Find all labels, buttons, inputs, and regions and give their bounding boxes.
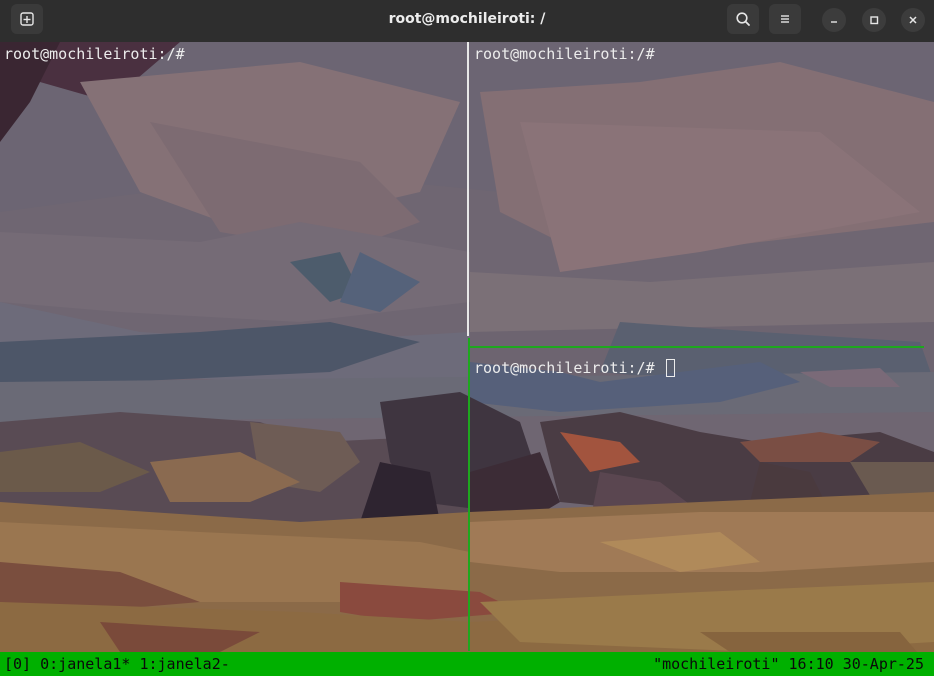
title-bar: root@mochileiroti: / [0,0,934,43]
active-pane-prompt-text: root@mochileiroti:/# [474,359,664,377]
pane-divider-vertical-active[interactable] [468,338,470,651]
menu-button[interactable] [769,4,801,34]
tmux-hostname: "mochileiroti" [653,655,780,673]
pane-divider-vertical-inactive[interactable] [467,42,469,336]
tmux-window-list[interactable]: 0:janela1* 1:janela2- [40,655,230,673]
tmux-session: [0] [4,655,32,673]
pane-divider-horizontal-active[interactable] [469,346,924,348]
search-icon [735,11,751,27]
right-top-pane-prompt: root@mochileiroti:/# [474,45,655,63]
minimize-icon [828,11,840,30]
text-cursor [665,359,675,377]
active-pane-prompt[interactable]: root@mochileiroti:/# [474,358,675,378]
left-pane-prompt: root@mochileiroti:/# [4,45,185,63]
tmux-status-bar: [0] 0:janela1* 1:janela2- "mochileiroti"… [0,652,934,676]
status-left: [0] 0:janela1* 1:janela2- [4,652,230,676]
maximize-button[interactable] [862,8,886,32]
search-button[interactable] [727,4,759,34]
terminal-area[interactable]: root@mochileiroti:/# root@mochileiroti:/… [0,42,934,676]
maximize-icon [868,11,880,30]
minimize-button[interactable] [822,8,846,32]
terminal-window: root@mochileiroti: / root@mochileiroti:/… [0,0,934,676]
close-button[interactable] [901,8,925,32]
tmux-date: 30-Apr-25 [842,655,924,673]
tmux-time: 16:10 [788,655,834,673]
hamburger-menu-icon [777,11,793,27]
status-right: "mochileiroti" 16:10 30-Apr-25 [653,652,924,676]
close-icon [907,11,919,30]
